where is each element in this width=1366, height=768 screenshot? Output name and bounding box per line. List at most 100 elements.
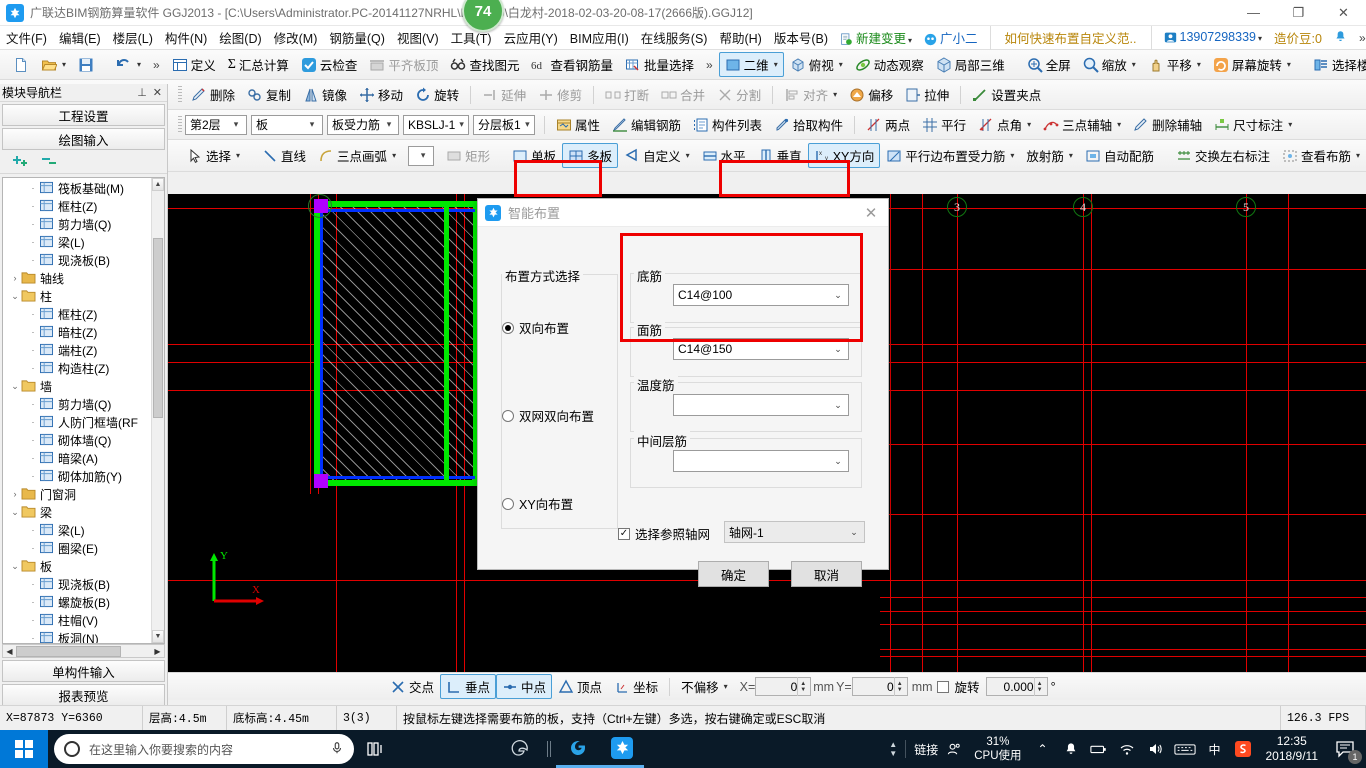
draw-mode-select[interactable]: ▾ xyxy=(408,145,435,166)
break-button[interactable]: 打断 xyxy=(599,82,655,107)
select-floor-button[interactable]: 选择楼层 xyxy=(1307,52,1366,77)
custom-layout-button[interactable]: 自定义 ▾ xyxy=(618,143,696,168)
auto-rebar-button[interactable]: 自动配筋 xyxy=(1079,143,1160,168)
arc-tool-button[interactable]: 三点画弧 ▾ xyxy=(312,143,402,168)
chevron-right-icon[interactable]: › xyxy=(9,489,21,499)
chevron-up-icon[interactable]: ⌃ xyxy=(1030,730,1056,768)
tree-item[interactable]: › 门窗洞 xyxy=(3,485,164,503)
delete-axis-button[interactable]: 删除辅轴 xyxy=(1127,112,1208,137)
tree-item[interactable]: · 端柱(Z) xyxy=(3,341,164,359)
maximize-button[interactable]: ❐ xyxy=(1276,0,1321,26)
top-view-button[interactable]: 俯视 ▾ xyxy=(784,52,849,77)
account-button[interactable]: 13907298339 ▾ xyxy=(1158,27,1269,48)
local-3d-button[interactable]: 局部三维 xyxy=(930,52,1011,77)
parallel-edge-rebar-button[interactable]: 平行边布置受力筋 ▾ xyxy=(880,143,1020,168)
hscroll-left-arrow[interactable]: ◀ xyxy=(3,647,16,656)
tree-item[interactable]: ⌄ 梁 xyxy=(3,503,164,521)
tree-item[interactable]: ⌄ 柱 xyxy=(3,287,164,305)
single-slab-button[interactable]: 单板 xyxy=(506,143,562,168)
tree-item[interactable]: · 剪力墙(Q) xyxy=(3,215,164,233)
close-button[interactable]: ✕ xyxy=(1321,0,1366,26)
cancel-button[interactable]: 取消 xyxy=(791,561,862,587)
top-rebar-select[interactable]: C14@150 ⌄ xyxy=(673,338,849,360)
member-list-button[interactable]: 构件列表 xyxy=(687,112,768,137)
rotate-spinner[interactable]: ▲ ▼ xyxy=(1033,677,1045,696)
menubar-overflow-button[interactable]: » xyxy=(1353,31,1366,45)
bottom-rebar-select[interactable]: C14@100 ⌄ xyxy=(673,284,849,306)
radio-double-net-button[interactable] xyxy=(502,409,514,422)
y-input[interactable]: 0 ▲ ▼ xyxy=(851,677,908,696)
start-button[interactable] xyxy=(0,730,48,768)
axis-bubble-5[interactable]: 5 xyxy=(1236,197,1256,217)
tree-item[interactable]: ⌄ 板 xyxy=(3,557,164,575)
snap-coordinate[interactable]: 坐标 xyxy=(608,674,664,699)
pin-icon[interactable]: ⊥ xyxy=(137,86,147,99)
taskbar-clock[interactable]: 12:35 2018/9/11 xyxy=(1258,734,1327,764)
wifi-icon[interactable] xyxy=(1114,730,1140,768)
tree-item[interactable]: · 圈梁(E) xyxy=(3,539,164,557)
axis-bubble-4[interactable]: 4 xyxy=(1073,197,1093,217)
reference-axis-checkbox-row[interactable]: ✓ 选择参照轴网 xyxy=(618,524,710,543)
notification-bell-icon[interactable] xyxy=(1328,27,1353,49)
offset-mode-select[interactable]: 不偏移 ▾ xyxy=(675,674,734,699)
multi-slab-button[interactable]: 多板 xyxy=(562,143,619,168)
glodon-browser-icon[interactable] xyxy=(556,730,600,768)
screen-rotate-button[interactable]: 屏幕旋转 ▾ xyxy=(1207,52,1297,77)
tree-item[interactable]: · 螺旋板(B) xyxy=(3,593,164,611)
tree-item[interactable]: › 轴线 xyxy=(3,269,164,287)
radio-bidirectional[interactable]: 双向布置 xyxy=(502,318,569,337)
mirror-button[interactable]: 镜像 xyxy=(297,82,353,107)
batch-select-button[interactable]: 批量选择 xyxy=(619,52,700,77)
point-angle-button[interactable]: 点角 ▾ xyxy=(972,112,1037,137)
scroll-thumb[interactable] xyxy=(153,238,163,418)
tree-item[interactable]: · 筏板基础(M) xyxy=(3,179,164,197)
menu-floor[interactable]: 楼层(L) xyxy=(107,25,159,50)
chevron-down-icon[interactable]: ⌄ xyxy=(9,507,21,518)
menu-edit[interactable]: 编辑(E) xyxy=(53,25,107,50)
hscroll-thumb[interactable] xyxy=(16,645,121,657)
rectangle-tool-button[interactable]: 矩形 xyxy=(440,143,496,168)
vertical-button[interactable]: 垂直 xyxy=(752,143,808,168)
tree-item[interactable]: · 暗梁(A) xyxy=(3,449,164,467)
link-label[interactable]: 链接 xyxy=(914,741,938,758)
member-toolbar-grip[interactable] xyxy=(178,115,182,134)
split-button[interactable]: 分割 xyxy=(711,82,767,107)
tree-item[interactable]: · 框柱(Z) xyxy=(3,305,164,323)
radio-bidirectional-button[interactable] xyxy=(502,321,514,334)
grip-bottom[interactable] xyxy=(314,474,328,488)
hscroll-right-arrow[interactable]: ▶ xyxy=(151,647,164,656)
menu-modify[interactable]: 修改(M) xyxy=(268,25,324,50)
view-rebar-quantity-button[interactable]: 6d 查看钢筋量 xyxy=(525,52,619,77)
dynamic-orbit-button[interactable]: 动态观察 xyxy=(849,52,930,77)
sogou-icon[interactable] xyxy=(1230,730,1256,768)
ime-mode-icon[interactable]: 中 xyxy=(1202,730,1228,768)
keyboard-icon[interactable] xyxy=(1170,730,1200,768)
project-settings-button[interactable]: 工程设置 xyxy=(2,104,165,126)
fullscreen-button[interactable]: 全屏 xyxy=(1021,52,1077,77)
dialog-close-button[interactable]: ✕ xyxy=(854,199,888,227)
x-spinner[interactable]: ▲ ▼ xyxy=(797,677,808,696)
report-preview-button[interactable]: 报表预览 xyxy=(2,684,165,706)
snap-intersection[interactable]: 交点 xyxy=(384,674,440,699)
swap-annotation-button[interactable]: 交换左右标注 xyxy=(1170,143,1276,168)
copy-button[interactable]: 复制 xyxy=(241,82,297,107)
tree-vertical-scrollbar[interactable]: ▲ ▼ xyxy=(151,178,164,643)
cpu-usage-indicator[interactable]: 31% CPU使用 xyxy=(968,735,1027,763)
tree-item[interactable]: · 砌体墙(Q) xyxy=(3,431,164,449)
ok-button[interactable]: 确定 xyxy=(698,561,769,587)
three-point-axis-button[interactable]: 三点辅轴 ▾ xyxy=(1037,112,1127,137)
chevron-down-icon[interactable]: ⌄ xyxy=(9,381,21,392)
xy-direction-button[interactable]: xy XY方向 xyxy=(807,143,881,168)
member-type-select[interactable]: 板受力筋 ▾ xyxy=(327,114,399,135)
select-tool-button[interactable]: 选择 ▾ xyxy=(181,143,246,168)
chevron-down-icon[interactable]: ⌄ xyxy=(9,561,21,572)
line-tool-button[interactable]: 直线 xyxy=(256,143,312,168)
chevron-right-icon[interactable]: › xyxy=(9,273,21,283)
scroll-arrows-icon[interactable]: ▲ ▼ xyxy=(889,740,897,758)
pick-member-button[interactable]: 拾取构件 xyxy=(768,112,849,137)
new-change-button[interactable]: 新建变更 ▾ xyxy=(834,25,918,50)
delete-button[interactable]: 删除 xyxy=(185,82,241,107)
tree-item[interactable]: · 现浇板(B) xyxy=(3,251,164,269)
microphone-icon[interactable] xyxy=(330,741,344,758)
summary-calc-button[interactable]: Σ 汇总计算 xyxy=(222,52,295,77)
